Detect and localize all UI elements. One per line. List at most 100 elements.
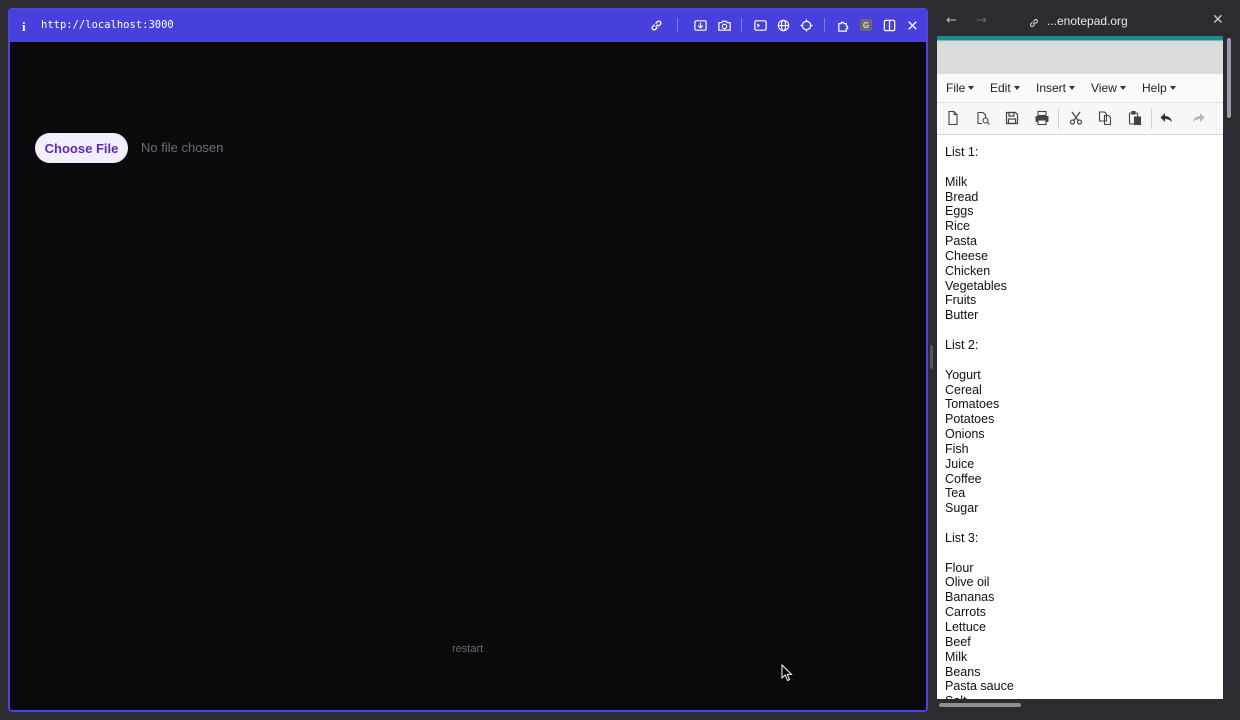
- document-blank-line: [945, 160, 1219, 175]
- document-blank-line: [945, 516, 1219, 531]
- horizontal-scrollbar[interactable]: [937, 701, 1223, 709]
- document-line: Tomatoes: [945, 397, 1000, 412]
- document-line: Bread: [945, 189, 979, 204]
- document-line: Milk: [945, 174, 968, 189]
- vertical-scroll-thumb[interactable]: [1227, 38, 1231, 118]
- document-line: Bananas: [945, 590, 995, 605]
- close-icon[interactable]: [904, 17, 920, 33]
- caret-down-icon: [1069, 85, 1076, 90]
- caret-down-icon: [1169, 85, 1176, 90]
- print-icon[interactable]: [1034, 110, 1050, 126]
- document-line: Cheese: [945, 248, 989, 263]
- menu-help[interactable]: Help: [1142, 81, 1176, 95]
- document-line: Fruits: [945, 293, 977, 308]
- globe-icon[interactable]: [775, 17, 791, 33]
- toolbar-divider: [677, 18, 678, 32]
- document-line: Yogurt: [945, 367, 981, 382]
- document-line: List 1:: [945, 145, 979, 159]
- mouse-cursor-icon: [781, 664, 793, 682]
- toolbar-divider: [1151, 109, 1152, 129]
- vertical-scrollbar[interactable]: [1226, 36, 1232, 699]
- document-line: Salt: [945, 694, 1219, 699]
- document-line: Pasta: [945, 234, 977, 249]
- document-blank-line: [945, 546, 1219, 561]
- screenshot-icon[interactable]: [692, 17, 708, 33]
- document-line: Pasta sauce: [945, 679, 1014, 694]
- toolbar-divider: [1058, 109, 1059, 129]
- undo-icon[interactable]: [1159, 110, 1175, 126]
- document-line: Lettuce: [945, 620, 987, 634]
- document-line: Fish: [945, 441, 969, 456]
- document-blank-line: [945, 323, 1219, 338]
- menu-edit[interactable]: Edit: [990, 81, 1020, 95]
- url-text[interactable]: http://localhost:3000: [41, 19, 174, 31]
- right-browser-window: ← → ...enotepad.org ✕ File Edit Insert V…: [936, 8, 1232, 712]
- forward-arrow-icon[interactable]: →: [976, 13, 987, 28]
- document-text-area[interactable]: List 1: Milk Bread Eggs Rice Pasta Cheese Chick…: [945, 145, 1219, 699]
- document-line: List 2:: [945, 337, 979, 352]
- info-icon[interactable]: i: [22, 19, 26, 35]
- document-line: Chicken: [945, 263, 991, 278]
- caret-down-icon: [1013, 85, 1020, 90]
- open-icon[interactable]: [975, 110, 991, 126]
- crosshair-icon[interactable]: [798, 17, 814, 33]
- link-icon: [1028, 14, 1040, 33]
- document-line: Vegetables: [945, 278, 1007, 293]
- document-line: Eggs: [945, 204, 974, 219]
- document-line: Juice: [945, 456, 975, 471]
- menu-file-label: File: [946, 81, 966, 95]
- toolbar-divider: [824, 18, 825, 32]
- document-line: Potatoes: [945, 412, 995, 427]
- right-url-text[interactable]: ...enotepad.org: [1047, 14, 1128, 28]
- document-line: Rice: [945, 219, 971, 234]
- cut-icon[interactable]: [1068, 110, 1084, 126]
- document-blank-line: [945, 353, 1219, 368]
- document-line: Butter: [945, 308, 979, 323]
- document-line: Olive oil: [945, 575, 990, 590]
- split-view-icon[interactable]: [881, 17, 897, 33]
- document-line: Cereal: [945, 382, 982, 397]
- caret-down-icon: [968, 85, 975, 90]
- pane-resize-handle[interactable]: [930, 345, 933, 369]
- notepad-banner: [937, 36, 1223, 74]
- right-address-bar: ← → ...enotepad.org ✕: [936, 8, 1232, 34]
- menu-insert[interactable]: Insert: [1036, 81, 1076, 95]
- document-line: Beans: [945, 664, 981, 679]
- menu-insert-label: Insert: [1036, 81, 1067, 95]
- choose-file-button[interactable]: Choose File: [35, 133, 128, 163]
- document-line: Beef: [945, 634, 971, 649]
- editor-toolbar: [937, 103, 1223, 135]
- document-line: Milk: [945, 649, 968, 664]
- document-line: Flour: [945, 560, 974, 575]
- caret-down-icon: [1119, 85, 1126, 90]
- terminal-icon[interactable]: [752, 17, 768, 33]
- document-line: Onions: [945, 427, 985, 442]
- copy-icon[interactable]: [1097, 110, 1113, 126]
- document-line: List 3:: [945, 530, 979, 545]
- menu-help-label: Help: [1142, 81, 1167, 95]
- toolbar-divider: [741, 18, 742, 32]
- redo-icon[interactable]: [1190, 110, 1206, 126]
- menu-bar: File Edit Insert View Help: [937, 74, 1223, 103]
- menu-file[interactable]: File: [946, 81, 975, 95]
- save-icon[interactable]: [1004, 110, 1020, 126]
- back-arrow-icon[interactable]: ←: [946, 13, 957, 28]
- restart-link[interactable]: restart: [452, 643, 483, 655]
- profile-badge-letter: G: [860, 19, 872, 31]
- left-browser-window: i http://localhost:3000 G Choose File No…: [8, 8, 928, 712]
- address-bar: i http://localhost:3000 G: [10, 10, 926, 42]
- menu-view[interactable]: View: [1091, 81, 1126, 95]
- paste-icon[interactable]: [1127, 110, 1143, 126]
- document-line: Coffee: [945, 471, 982, 486]
- right-close-icon[interactable]: ✕: [1212, 12, 1224, 28]
- link-icon[interactable]: [648, 17, 664, 33]
- horizontal-scroll-thumb[interactable]: [939, 703, 1021, 707]
- profile-badge-icon[interactable]: G: [858, 17, 874, 33]
- camera-icon[interactable]: [716, 17, 732, 33]
- extension-icon[interactable]: [835, 17, 851, 33]
- document-line: Sugar: [945, 501, 979, 516]
- notepad-page: File Edit Insert View Help List 1: Milk Br…: [937, 36, 1223, 699]
- file-status-text: No file chosen: [141, 140, 224, 155]
- new-doc-icon[interactable]: [945, 110, 961, 126]
- document-line: Tea: [945, 486, 966, 501]
